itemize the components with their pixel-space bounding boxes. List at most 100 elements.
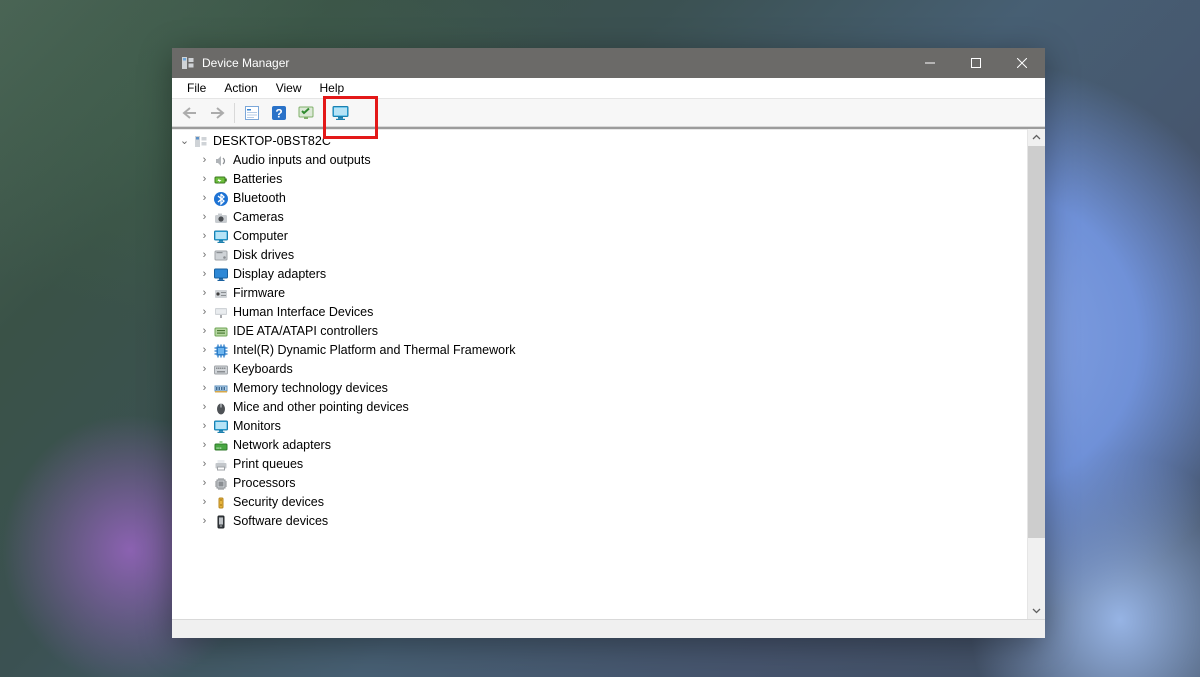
device-manager-window: Device Manager File Action View Help	[172, 48, 1045, 638]
tree-node[interactable]: › Network adapters	[172, 436, 1027, 455]
svg-text:?: ?	[275, 106, 282, 120]
expander-icon[interactable]: ›	[198, 284, 211, 303]
expander-icon[interactable]: ›	[198, 436, 211, 455]
expander-icon[interactable]: ›	[198, 303, 211, 322]
tree-node-label: Memory technology devices	[233, 379, 388, 398]
tree-node[interactable]: › Mice and other pointing devices	[172, 398, 1027, 417]
add-hardware-button[interactable]	[329, 102, 353, 124]
tree-node[interactable]: ›Computer	[172, 227, 1027, 246]
disk-icon	[213, 248, 229, 264]
scrollbar-thumb[interactable]	[1028, 146, 1045, 538]
menu-action[interactable]: Action	[215, 80, 266, 96]
tree-node-label: Audio inputs and outputs	[233, 151, 371, 170]
tree-node[interactable]: › Security devices	[172, 493, 1027, 512]
expander-icon[interactable]: ›	[198, 322, 211, 341]
toolbar-separator-2	[323, 103, 324, 123]
expander-icon[interactable]: ›	[198, 189, 211, 208]
expander-icon[interactable]: ›	[198, 398, 211, 417]
expander-icon[interactable]: ›	[198, 341, 211, 360]
tree-node[interactable]: › Keyboards	[172, 360, 1027, 379]
statusbar	[172, 619, 1045, 638]
close-button[interactable]	[999, 48, 1045, 78]
network-icon	[213, 438, 229, 454]
back-button[interactable]	[178, 102, 202, 124]
minimize-button[interactable]	[907, 48, 953, 78]
tree-node[interactable]: › Batteries	[172, 170, 1027, 189]
tree-node[interactable]: › IDE ATA/ATAPI controllers	[172, 322, 1027, 341]
vertical-scrollbar[interactable]	[1027, 129, 1045, 619]
expander-icon[interactable]: ›	[198, 246, 211, 265]
tree-node[interactable]: › Print queues	[172, 455, 1027, 474]
tree-node[interactable]: › Firmware	[172, 284, 1027, 303]
speaker-icon	[213, 153, 229, 169]
tree-node-label: Disk drives	[233, 246, 294, 265]
tree-node-label: Software devices	[233, 512, 328, 531]
tree-node-label: Print queues	[233, 455, 303, 474]
monitor-icon	[213, 229, 229, 245]
tree-node[interactable]: ›Bluetooth	[172, 189, 1027, 208]
maximize-button[interactable]	[953, 48, 999, 78]
computer-root-icon	[193, 134, 209, 150]
tree-node-label: Keyboards	[233, 360, 293, 379]
expander-icon[interactable]: ›	[198, 227, 211, 246]
expander-icon[interactable]: ›	[198, 455, 211, 474]
menu-view[interactable]: View	[267, 80, 311, 96]
expander-icon[interactable]: ›	[198, 474, 211, 493]
scrollbar-track[interactable]	[1028, 146, 1045, 602]
software-icon	[213, 514, 229, 530]
menu-help[interactable]: Help	[311, 80, 354, 96]
scan-hardware-button[interactable]	[294, 102, 318, 124]
mouse-icon	[213, 400, 229, 416]
tree-node-label: Mice and other pointing devices	[233, 398, 409, 417]
tree-node[interactable]: › Disk drives	[172, 246, 1027, 265]
tree-node[interactable]: ›Cameras	[172, 208, 1027, 227]
display-icon	[213, 267, 229, 283]
expander-icon[interactable]: ›	[198, 417, 211, 436]
expander-icon[interactable]: ⌄	[178, 132, 191, 151]
tree-node-label: Display adapters	[233, 265, 326, 284]
tree-node[interactable]: › Memory technology devices	[172, 379, 1027, 398]
expander-icon[interactable]: ›	[198, 265, 211, 284]
tree-node-label: Security devices	[233, 493, 324, 512]
expander-icon[interactable]: ›	[198, 208, 211, 227]
tree-node[interactable]: › Audio inputs and outputs	[172, 151, 1027, 170]
chip-icon	[213, 343, 229, 359]
tree-node[interactable]: › Human Interface Devices	[172, 303, 1027, 322]
app-icon	[180, 55, 196, 71]
monitor-icon	[213, 419, 229, 435]
toolbar-separator	[234, 103, 235, 123]
tree-node[interactable]: ›Intel(R) Dynamic Platform and Thermal F…	[172, 341, 1027, 360]
desktop-background: Device Manager File Action View Help	[0, 0, 1200, 677]
device-tree[interactable]: ⌄DESKTOP-0BST82C›Audio inputs and output…	[172, 129, 1027, 619]
help-button[interactable]: ?	[267, 102, 291, 124]
expander-icon[interactable]: ›	[198, 512, 211, 531]
tree-node-label: IDE ATA/ATAPI controllers	[233, 322, 378, 341]
expander-icon[interactable]: ›	[198, 151, 211, 170]
scroll-up-button[interactable]	[1028, 129, 1045, 146]
forward-button[interactable]	[205, 102, 229, 124]
ide-icon	[213, 324, 229, 340]
tree-node[interactable]: › Processors	[172, 474, 1027, 493]
menu-file[interactable]: File	[178, 80, 215, 96]
expander-icon[interactable]: ›	[198, 360, 211, 379]
cpu-icon	[213, 476, 229, 492]
toolbar: ?	[172, 98, 1045, 127]
tree-node[interactable]: ›Monitors	[172, 417, 1027, 436]
properties-button[interactable]	[240, 102, 264, 124]
content-area: ⌄DESKTOP-0BST82C›Audio inputs and output…	[172, 127, 1045, 619]
menubar: File Action View Help	[172, 78, 1045, 98]
expander-icon[interactable]: ›	[198, 170, 211, 189]
tree-node-label: Network adapters	[233, 436, 331, 455]
titlebar[interactable]: Device Manager	[172, 48, 1045, 78]
expander-icon[interactable]: ›	[198, 379, 211, 398]
expander-icon[interactable]: ›	[198, 493, 211, 512]
scroll-down-button[interactable]	[1028, 602, 1045, 619]
security-icon	[213, 495, 229, 511]
tree-node-label: Firmware	[233, 284, 285, 303]
tree-node-label: Batteries	[233, 170, 282, 189]
tree-root[interactable]: ⌄DESKTOP-0BST82C	[172, 132, 1027, 151]
tree-node[interactable]: › Software devices	[172, 512, 1027, 531]
tree-node-label: Human Interface Devices	[233, 303, 373, 322]
tree-node[interactable]: › Display adapters	[172, 265, 1027, 284]
tree-node-label: Processors	[233, 474, 296, 493]
